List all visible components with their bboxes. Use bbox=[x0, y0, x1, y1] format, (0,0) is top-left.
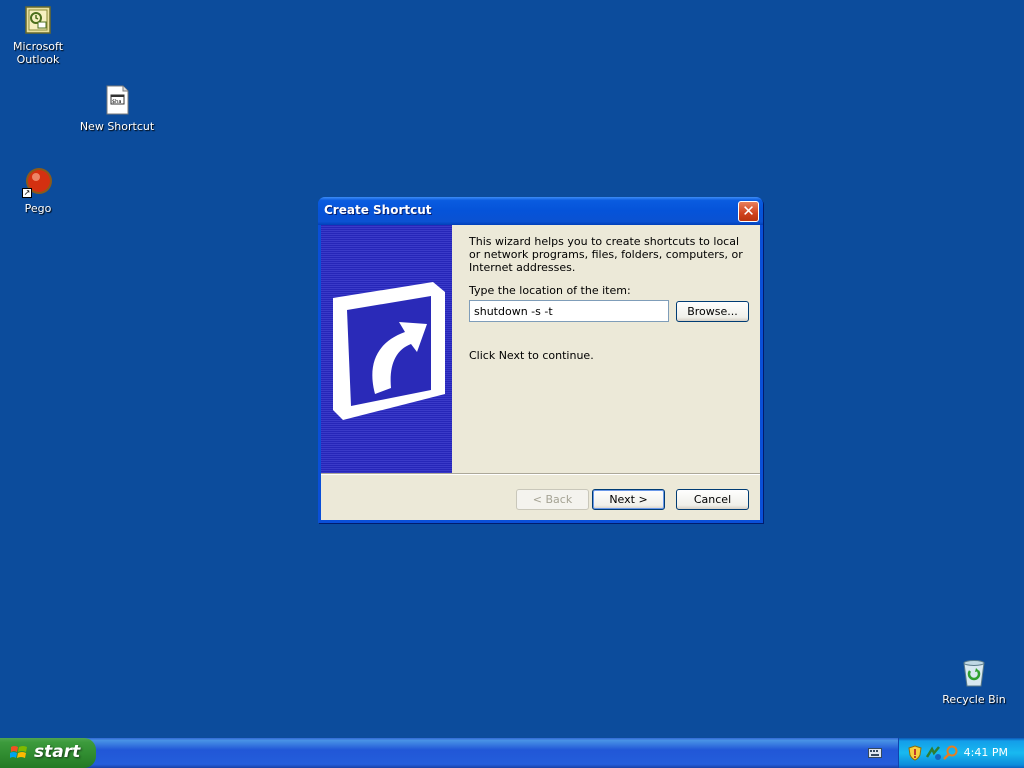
pego-app-icon: ↗ bbox=[22, 166, 54, 198]
desktop-icon-new-shortcut[interactable]: $ha New Shortcut bbox=[79, 84, 155, 133]
clock[interactable]: 4:41 PM bbox=[964, 746, 1008, 759]
svg-text:$ha: $ha bbox=[112, 99, 121, 105]
location-label: Type the location of the item: bbox=[469, 284, 631, 297]
desktop-icon-label: Recycle Bin bbox=[942, 693, 1006, 706]
security-shield-icon[interactable] bbox=[907, 745, 923, 761]
wizard-content: This wizard helps you to create shortcut… bbox=[469, 235, 749, 274]
create-shortcut-dialog: Create Shortcut ✕ This wizard helps you … bbox=[318, 197, 763, 523]
dialog-titlebar[interactable]: Create Shortcut ✕ bbox=[318, 197, 763, 225]
desktop-icon-pego[interactable]: ↗ Pego bbox=[0, 166, 76, 215]
wizard-side-panel bbox=[321, 225, 452, 473]
taskbar: start 4:41 PM bbox=[0, 738, 1024, 768]
desktop-icon-label: Microsoft Outlook bbox=[12, 40, 64, 66]
shortcut-file-icon: $ha bbox=[101, 84, 133, 116]
recycle-bin-icon bbox=[958, 657, 990, 689]
start-label: start bbox=[34, 742, 81, 762]
desktop-icon-label: Pego bbox=[24, 202, 52, 215]
windows-logo-icon bbox=[10, 746, 27, 758]
outlook-icon bbox=[22, 4, 54, 36]
cancel-button[interactable]: Cancel bbox=[676, 489, 749, 510]
location-input[interactable] bbox=[469, 300, 669, 322]
browse-button[interactable]: Browse... bbox=[676, 301, 749, 322]
button-divider bbox=[321, 473, 760, 475]
desktop-icon-label: New Shortcut bbox=[79, 120, 155, 133]
next-hint-text: Click Next to continue. bbox=[469, 349, 594, 362]
next-button[interactable]: Next > bbox=[592, 489, 665, 510]
network-icon[interactable] bbox=[925, 745, 941, 761]
shortcut-arrow-icon: ↗ bbox=[22, 188, 32, 198]
desktop-icon-recycle-bin[interactable]: Recycle Bin bbox=[936, 657, 1012, 706]
shortcut-wizard-icon bbox=[333, 282, 445, 420]
wizard-intro-text: This wizard helps you to create shortcut… bbox=[469, 235, 743, 274]
back-button[interactable]: < Back bbox=[516, 489, 589, 510]
close-button[interactable]: ✕ bbox=[738, 201, 759, 222]
keyboard-icon[interactable] bbox=[868, 748, 882, 758]
search-icon[interactable] bbox=[943, 745, 959, 761]
close-icon: ✕ bbox=[742, 202, 755, 220]
dialog-title: Create Shortcut bbox=[324, 203, 432, 217]
start-button[interactable]: start bbox=[0, 738, 96, 768]
system-tray: 4:41 PM bbox=[898, 738, 1024, 768]
dialog-client-area: This wizard helps you to create shortcut… bbox=[321, 225, 760, 520]
desktop-icon-outlook[interactable]: Microsoft Outlook bbox=[0, 4, 76, 66]
